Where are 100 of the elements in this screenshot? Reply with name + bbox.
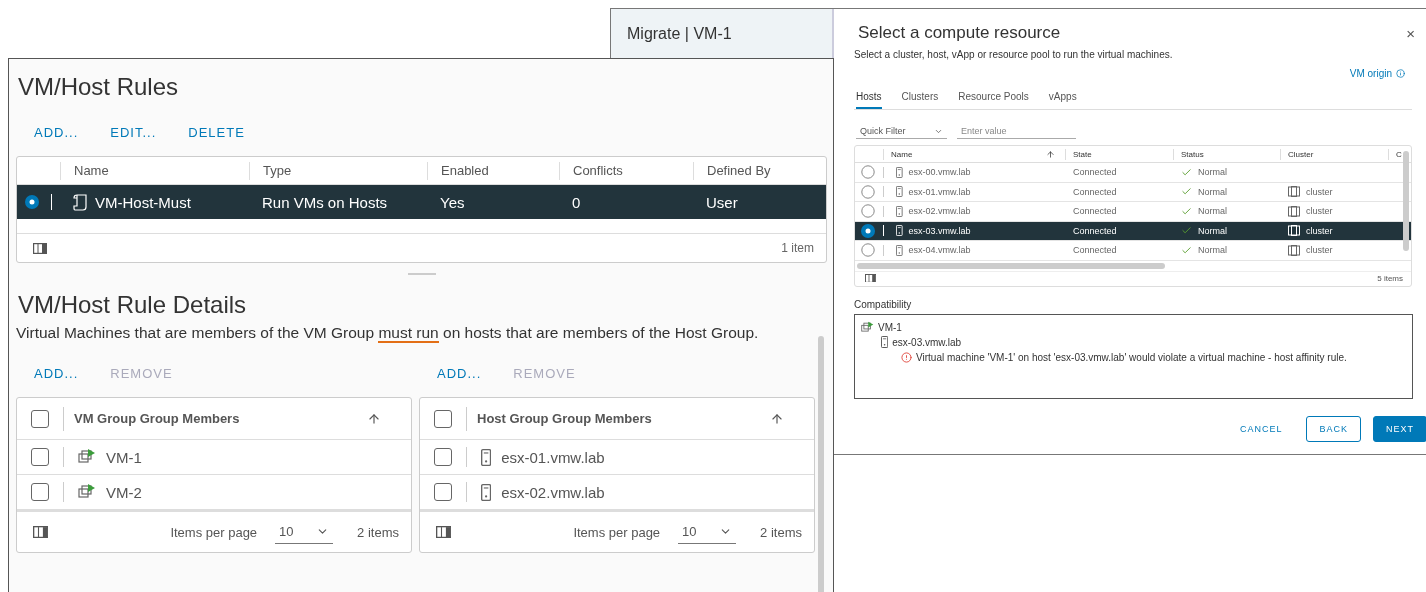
toolbar-action[interactable]: DELETE xyxy=(180,121,253,144)
column-header[interactable]: Status xyxy=(1181,149,1204,159)
wizard-button[interactable]: NEXT xyxy=(1373,415,1426,442)
column-header[interactable]: State xyxy=(1073,149,1092,159)
virtual-machine-icon xyxy=(78,448,96,466)
cluster-name: cluster xyxy=(1306,206,1333,217)
items-per-page-label: Items per page xyxy=(170,524,258,540)
checkbox[interactable] xyxy=(31,483,49,501)
column-header[interactable]: C xyxy=(1396,149,1402,159)
filter-input[interactable]: Enter value xyxy=(957,124,1076,139)
radio-button[interactable] xyxy=(861,243,875,258)
host-row[interactable]: esx-00.vmw.lab Connected Normal xyxy=(855,163,1411,183)
server-icon xyxy=(896,186,903,198)
cluster-icon xyxy=(1288,205,1300,217)
conflicts-value: 0 xyxy=(572,193,581,211)
tree-label: VM-1 xyxy=(878,321,902,333)
item-count: 5 items xyxy=(1377,273,1403,283)
cluster-name: cluster xyxy=(1306,186,1333,197)
quick-filter-select[interactable]: Quick Filter xyxy=(856,124,947,139)
cluster-icon xyxy=(1288,225,1300,237)
column-header[interactable]: Conflicts xyxy=(573,163,623,178)
column-header[interactable]: VM Group Group Members xyxy=(74,411,240,426)
step-title: Select a compute resource xyxy=(857,23,1061,43)
vm-origin-link[interactable]: VM origin xyxy=(1349,68,1405,79)
radio-button[interactable] xyxy=(861,223,875,238)
column-toggle-icon[interactable] xyxy=(865,273,877,283)
radio-button[interactable] xyxy=(861,165,875,180)
column-header[interactable]: Enabled xyxy=(441,163,489,178)
column-toggle-icon[interactable] xyxy=(33,242,47,254)
host-name: esx-04.vmw.lab xyxy=(908,245,971,256)
column-header[interactable]: Cluster xyxy=(1288,149,1314,159)
sort-arrow-icon[interactable] xyxy=(1046,149,1055,159)
cluster-icon xyxy=(1288,244,1300,256)
enabled-value: Yes xyxy=(440,193,465,211)
server-icon xyxy=(881,336,889,348)
tab[interactable]: Clusters xyxy=(901,87,939,109)
server-icon xyxy=(896,166,903,178)
toolbar-action[interactable]: ADD... xyxy=(26,121,87,144)
member-name: VM-1 xyxy=(106,448,142,466)
toolbar-action[interactable]: ADD... xyxy=(429,362,490,385)
check-icon xyxy=(1181,244,1192,256)
page-size-select[interactable]: 10 xyxy=(275,520,334,544)
error-icon xyxy=(901,351,912,363)
item-count: 2 items xyxy=(760,524,802,540)
server-icon xyxy=(896,205,903,217)
server-icon xyxy=(481,448,492,466)
cluster-name: cluster xyxy=(1306,245,1333,256)
tab[interactable]: Hosts xyxy=(856,87,882,109)
column-toggle-icon[interactable] xyxy=(33,525,49,539)
host-name: esx-03.vmw.lab xyxy=(908,225,971,236)
checkbox[interactable] xyxy=(434,409,452,428)
error-message: Virtual machine 'VM-1' on host 'esx-03.vmw.lab' would violate a virtual machine - host affinity rule. xyxy=(916,351,1347,363)
column-header[interactable]: Name xyxy=(74,163,109,178)
wizard-button[interactable]: BACK xyxy=(1306,415,1361,442)
cluster-name: cluster xyxy=(1306,225,1333,236)
radio-button[interactable] xyxy=(861,204,875,219)
checkbox[interactable] xyxy=(434,448,452,466)
rule-row[interactable]: VM-Host-Must Run VMs on Hosts Yes 0 User xyxy=(17,185,826,219)
check-icon xyxy=(1181,166,1192,178)
status-text: Normal xyxy=(1198,225,1227,236)
items-per-page-label: Items per page xyxy=(573,524,661,540)
page-size-select[interactable]: 10 xyxy=(678,520,737,544)
column-header[interactable]: Name xyxy=(891,149,913,159)
toolbar-action[interactable]: EDIT... xyxy=(102,121,165,144)
host-row[interactable]: esx-04.vmw.lab Connected Normal cluster xyxy=(855,241,1411,261)
tab[interactable]: Resource Pools xyxy=(958,87,1029,109)
column-header[interactable]: Defined By xyxy=(707,163,771,178)
dialog-title: Migrate | VM-1 xyxy=(627,25,733,43)
tree-label: esx-03.vmw.lab xyxy=(892,336,962,348)
member-name: esx-01.vmw.lab xyxy=(501,448,605,466)
rule-icon xyxy=(73,193,87,211)
server-icon xyxy=(896,225,903,237)
rule-type: Run VMs on Hosts xyxy=(262,193,388,211)
server-icon xyxy=(481,483,492,501)
virtual-machine-icon xyxy=(861,320,874,334)
check-icon xyxy=(1181,205,1192,217)
toolbar-action[interactable]: ADD... xyxy=(26,362,87,385)
state-text: Connected xyxy=(1073,167,1117,178)
checkbox[interactable] xyxy=(434,483,452,501)
cancel-link-button[interactable]: CANCEL xyxy=(1227,415,1295,442)
checkbox[interactable] xyxy=(31,448,49,466)
status-text: Normal xyxy=(1198,206,1227,217)
host-row[interactable]: esx-02.vmw.lab Connected Normal cluster xyxy=(855,202,1411,222)
state-text: Connected xyxy=(1073,245,1117,256)
server-icon xyxy=(896,244,903,256)
column-header[interactable]: Host Group Group Members xyxy=(477,411,652,426)
cluster-icon xyxy=(1288,186,1300,198)
close-button[interactable]: × xyxy=(1406,25,1415,42)
radio-button[interactable] xyxy=(25,195,39,209)
checkbox[interactable] xyxy=(31,409,49,428)
status-text: Normal xyxy=(1198,245,1227,256)
tab[interactable]: vApps xyxy=(1048,87,1077,109)
host-name: esx-02.vmw.lab xyxy=(908,206,971,217)
host-name: esx-01.vmw.lab xyxy=(908,186,971,197)
column-header[interactable]: Type xyxy=(263,163,292,178)
radio-button[interactable] xyxy=(861,184,875,199)
rule-name: VM-Host-Must xyxy=(95,193,191,211)
column-toggle-icon[interactable] xyxy=(436,525,452,539)
info-icon xyxy=(1396,69,1405,78)
defined-by-value: User xyxy=(706,193,738,211)
